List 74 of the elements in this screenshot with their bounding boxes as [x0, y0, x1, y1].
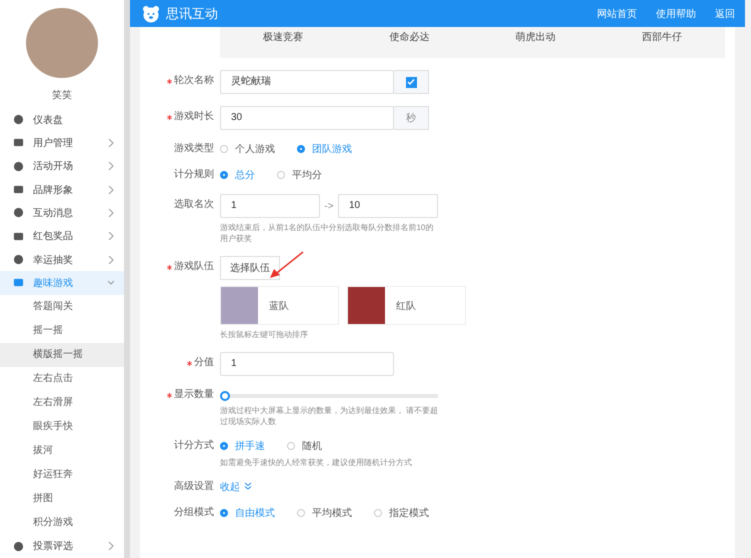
menu-icon [13, 160, 24, 172]
sidebar-subitem[interactable]: 左右滑屏 [0, 390, 124, 415]
sidebar-item[interactable]: 互动消息 [0, 201, 124, 225]
sidebar-subitem[interactable]: 左右点击 [0, 366, 124, 391]
bear-logo-icon [142, 4, 160, 22]
menu-icon [13, 277, 24, 288]
sidebar-subitem[interactable]: 积分游戏 [0, 510, 124, 535]
hint-text: 游戏结束后，从前1名的队伍中分别选取每队分数排名前10的用户获奖 [220, 222, 434, 244]
input-field[interactable]: 1 [220, 352, 394, 376]
team-name: 蓝队 [269, 300, 289, 312]
team-name: 红队 [396, 300, 416, 312]
field-label: 计分方式 [174, 439, 214, 453]
slider-handle[interactable] [220, 391, 230, 401]
field-label: 游戏时长 [174, 110, 214, 124]
field-label: 计分规则 [174, 168, 214, 182]
input-field[interactable]: 10 [338, 194, 438, 218]
user-name: 笑笑 [51, 89, 73, 102]
game-option[interactable]: 使命必达 [346, 30, 472, 58]
radio-option[interactable]: 个人游戏 [220, 142, 275, 156]
radio-option[interactable]: 指定模式 [374, 506, 429, 520]
sidebar-item[interactable]: 活动开场 [0, 154, 124, 178]
game-option[interactable]: 西部牛仔 [598, 30, 725, 58]
radio-option[interactable]: 随机 [287, 439, 322, 453]
annotation-arrow [269, 251, 305, 279]
sidebar-subitem[interactable]: 拼图 [0, 486, 124, 511]
photo-placeholder [221, 287, 258, 324]
game-option[interactable]: 萌虎出动 [472, 30, 599, 58]
unit-addon: 秒 [394, 106, 429, 130]
sidebar-item[interactable]: 红包奖品 [0, 224, 124, 248]
field-label: 分组模式 [174, 506, 214, 520]
menu-icon [13, 184, 24, 196]
scrollbar[interactable] [124, 0, 130, 558]
double-chevron-icon [244, 482, 252, 490]
field-label: 游戏队伍 [174, 260, 214, 274]
team-card[interactable]: 蓝队 [220, 286, 339, 325]
sidebar-subitem[interactable]: 眼疾手快 [0, 414, 124, 439]
menu-icon [13, 137, 24, 148]
sidebar-item[interactable]: 用户管理 [0, 131, 124, 155]
sidebar-subitem[interactable]: 摇一摇 [0, 318, 124, 343]
input-field[interactable]: 30 [220, 106, 394, 130]
field-label: 分值 [194, 356, 214, 370]
radio-option[interactable]: 平均分 [277, 168, 322, 182]
menu-icon [13, 230, 24, 242]
team-card[interactable]: 红队 [347, 286, 466, 325]
sidebar-item[interactable]: 投票评选 [0, 534, 124, 558]
field-label: 显示数量 [174, 388, 214, 402]
sidebar-subitem[interactable]: 拔河 [0, 438, 124, 463]
slider-track[interactable] [220, 391, 438, 401]
hint-text: 长按鼠标左键可拖动排序 [220, 329, 309, 340]
range-separator: -> [323, 200, 335, 212]
input-field[interactable]: 1 [220, 194, 320, 218]
hint-text: 如需避免手速快的人经常获奖，建议使用随机计分方式 [220, 457, 413, 468]
photo-placeholder [348, 287, 385, 324]
menu-icon [13, 207, 24, 218]
sidebar-item[interactable]: 幸运抽奖 [0, 248, 124, 272]
checkbox[interactable] [406, 76, 416, 88]
field-label: 游戏类型 [174, 142, 214, 156]
sidebar-subitem[interactable]: 横版摇一摇 [0, 342, 124, 367]
sidebar-subitem[interactable]: 好运狂奔 [0, 462, 124, 487]
menu-icon [13, 540, 24, 552]
field-label: 高级设置 [174, 480, 214, 494]
sidebar-subitem[interactable]: 答题闯关 [0, 294, 124, 319]
hint-text: 游戏过程中大屏幕上显示的数量，为达到最佳效果， 请不要超过现场实际人数 [220, 405, 440, 427]
menu-icon [13, 254, 24, 266]
menu-icon [13, 114, 24, 126]
radio-option[interactable]: 平均模式 [297, 506, 352, 520]
sidebar-item[interactable]: 品牌形象 [0, 178, 124, 202]
input-field[interactable]: 灵蛇献瑞 [220, 70, 394, 94]
field-label: 选取名次 [174, 198, 214, 212]
select-team-button[interactable]: 选择队伍 [220, 256, 280, 280]
field-label: 轮次名称 [174, 74, 214, 88]
sidebar-item[interactable]: 仪表盘 [0, 108, 124, 132]
game-option[interactable]: 极速竞赛 [220, 30, 346, 58]
brand-name: 思讯互动 [166, 4, 218, 22]
